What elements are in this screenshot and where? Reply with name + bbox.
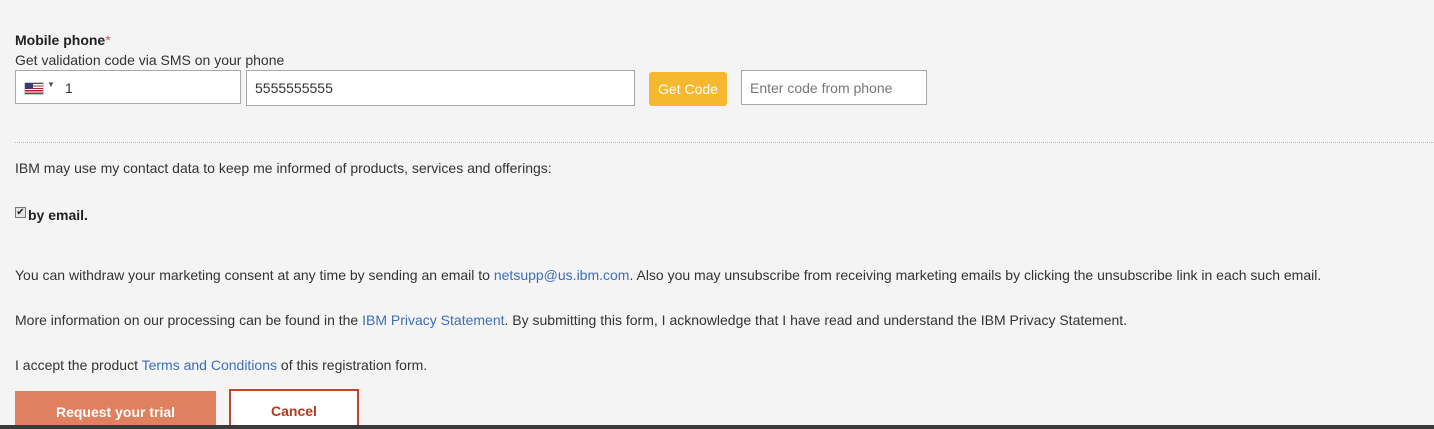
email-consent-checkbox[interactable]: ✔ [15, 207, 26, 218]
terms-text-before: I accept the product [15, 357, 142, 373]
withdraw-text-after: . Also you may unsubscribe from receivin… [629, 267, 1322, 283]
request-trial-button[interactable]: Request your trial [15, 391, 216, 429]
phone-help-text: Get validation code via SMS on your phon… [15, 52, 285, 68]
get-code-button[interactable]: Get Code [649, 72, 727, 106]
terms-conditions-link[interactable]: Terms and Conditions [142, 357, 277, 373]
terms-text-after: of this registration form. [277, 357, 428, 373]
email-consent-label: by email. [28, 207, 88, 223]
terms-text: I accept the product Terms and Condition… [15, 357, 427, 373]
chevron-down-icon: ▼ [47, 80, 55, 89]
privacy-text: More information on our processing can b… [15, 312, 1127, 328]
privacy-statement-link[interactable]: IBM Privacy Statement [362, 312, 504, 328]
privacy-text-before: More information on our processing can b… [15, 312, 363, 328]
support-email-link[interactable]: netsupp@us.ibm.com [494, 267, 630, 283]
mobile-phone-label: Mobile phone* [15, 32, 111, 48]
phone-number-input[interactable] [246, 70, 635, 106]
country-code-select[interactable]: ▼ 1 [15, 70, 241, 104]
bottom-bar [0, 425, 1434, 429]
privacy-text-after: . By submitting this form, I acknowledge… [504, 312, 1128, 328]
dial-code: 1 [65, 80, 73, 96]
sms-code-input[interactable] [741, 70, 927, 105]
withdraw-text-before: You can withdraw your marketing consent … [15, 267, 494, 283]
mobile-phone-label-text: Mobile phone [15, 32, 106, 48]
registration-form: Mobile phone* Get validation code via SM… [0, 0, 1434, 429]
withdraw-consent-text: You can withdraw your marketing consent … [15, 267, 1321, 283]
consent-intro-text: IBM may use my contact data to keep me i… [15, 160, 552, 176]
us-flag-icon [25, 83, 43, 94]
required-marker: * [105, 32, 111, 48]
cancel-button[interactable]: Cancel [229, 389, 359, 429]
section-divider [15, 142, 1434, 143]
